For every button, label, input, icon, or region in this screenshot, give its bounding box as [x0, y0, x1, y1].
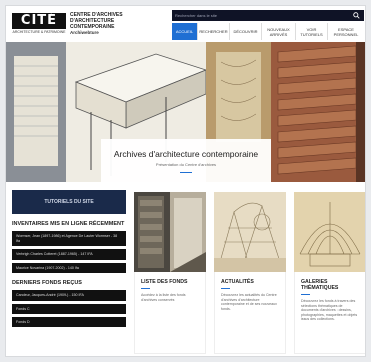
hero-caption: Archives d'architecture contemporaine Pr… — [101, 139, 271, 182]
card-galeries-thematiques[interactable]: GALERIES THÉMATIQUES Découvrez les fonds… — [294, 192, 365, 354]
hero-banner: Archives d'architecture contemporaine Pr… — [6, 42, 365, 182]
recent-fonds-item[interactable]: Fonds C — [12, 303, 126, 314]
main-menu: ACCUEIL RECHERCHER DÉCOUVRIR NOUVEAUX AR… — [172, 23, 364, 40]
hero-title: Archives d'architecture contemporaine — [113, 149, 259, 159]
card-liste-des-fonds[interactable]: LISTE DES FONDS Accédez à la liste des f… — [134, 192, 206, 354]
search-input[interactable] — [175, 11, 335, 20]
menu-item-nouveaux-arrives[interactable]: NOUVEAUX ARRIVÉS — [262, 23, 296, 40]
menu-item-tutoriels[interactable]: VOIR TUTORIELS — [296, 23, 328, 40]
recent-fonds-item[interactable]: Candeur, Jacques-André (1909-) - 150 IFA — [12, 290, 126, 301]
tutorials-button[interactable]: TUTORIELS DU SITE — [12, 190, 126, 214]
card-accent-line — [221, 288, 230, 289]
card-title[interactable]: GALERIES THÉMATIQUES — [301, 279, 359, 291]
site-header: CITÉ ARCHITECTURE & PATRIMOINE CENTRE D'… — [6, 6, 365, 42]
card-image[interactable] — [294, 192, 365, 272]
logo-wordmark: CITÉ — [12, 13, 66, 29]
hero-subtitle[interactable]: Présentation du Centre d'archives — [101, 162, 271, 167]
site-logo[interactable]: CITÉ ARCHITECTURE & PATRIMOINE — [12, 13, 66, 35]
card-body: GALERIES THÉMATIQUES Découvrez les fonds… — [294, 272, 365, 354]
dome-drawing-image — [294, 192, 365, 272]
sketch-drawing-image — [214, 192, 286, 272]
menu-item-rechercher[interactable]: RECHERCHER — [198, 23, 230, 40]
inventory-item[interactable]: Maurice Novarina (1907-2002) - 140 Ifa — [12, 262, 126, 274]
search-icon[interactable] — [353, 12, 360, 19]
page: CITÉ ARCHITECTURE & PATRIMOINE CENTRE D'… — [5, 5, 366, 357]
logo-subtext: ARCHITECTURE & PATRIMOINE — [12, 30, 66, 34]
left-column: TUTORIELS DU SITE INVENTAIRES MIS EN LIG… — [12, 190, 126, 327]
org-subtitle: Archiwebture — [70, 30, 99, 35]
menu-item-decouvrir[interactable]: DÉCOUVRIR — [230, 23, 262, 40]
menu-item-accueil[interactable]: ACCUEIL — [172, 23, 198, 40]
recent-fonds-item[interactable]: Fonds D — [12, 316, 126, 327]
card-text: Accédez à la liste des fonds d'archives … — [141, 293, 186, 302]
card-text: Découvrez les actualités du Centre d'arc… — [221, 293, 277, 311]
search-bar — [172, 10, 364, 21]
card-body: LISTE DES FONDS Accédez à la liste des f… — [134, 272, 206, 354]
inventories-title: INVENTAIRES MIS EN LIGNE RÉCEMMENT — [12, 221, 125, 227]
card-image[interactable] — [134, 192, 206, 272]
card-accent-line — [141, 288, 150, 289]
org-name: CENTRE D'ARCHIVES D'ARCHITECTURE CONTEMP… — [70, 12, 170, 36]
top-navigation: ACCUEIL RECHERCHER DÉCOUVRIR NOUVEAUX AR… — [172, 10, 365, 40]
hero-accent-line — [180, 172, 192, 173]
card-actualites[interactable]: ACTUALITÉS Découvrez les actualités du C… — [214, 192, 286, 354]
card-body: ACTUALITÉS Découvrez les actualités du C… — [214, 272, 286, 354]
recent-fonds-title: DERNIERS FONDS REÇUS — [12, 280, 82, 287]
card-image[interactable] — [214, 192, 286, 272]
inventory-item[interactable]: Wormser, Jean (1897-1986) et Agence De L… — [12, 231, 126, 247]
menu-item-espace-personnel[interactable]: ESPACE PERSONNEL — [328, 23, 364, 40]
card-accent-line — [301, 294, 310, 295]
archive-shelves-image — [134, 192, 206, 272]
inventory-item[interactable]: Verbrigh Charles Cotteret (1887-1965) - … — [12, 249, 126, 260]
card-title[interactable]: ACTUALITÉS — [221, 279, 279, 285]
card-title[interactable]: LISTE DES FONDS — [141, 279, 199, 285]
card-text: Découvrez les fonds à travers des sélect… — [301, 299, 358, 322]
